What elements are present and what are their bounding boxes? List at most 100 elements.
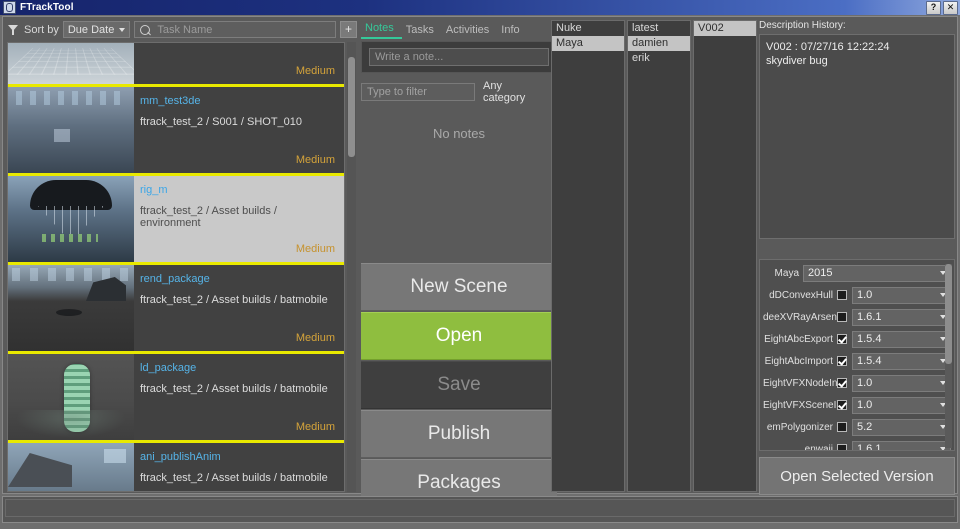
help-button[interactable]: ? (926, 1, 941, 15)
open-button[interactable]: Open (361, 312, 557, 360)
plugin-checkbox[interactable] (837, 334, 847, 344)
user-list-item[interactable]: erik (628, 51, 690, 66)
plugin-version-select[interactable]: 5.2 (852, 418, 951, 436)
task-info: rig_m ftrack_test_2 / Asset builds / envi… (134, 176, 344, 262)
plugin-version-select[interactable]: 1.0 (852, 286, 951, 304)
version-list-item[interactable]: V002 (694, 21, 756, 36)
plugin-checkbox[interactable] (837, 422, 847, 432)
task-info: ani_publishAnim ftrack_test_2 / Asset bui… (134, 443, 344, 491)
status-bar (2, 496, 958, 523)
note-filter-input[interactable] (361, 83, 475, 101)
plugin-name: EightAbcImport (764, 355, 833, 367)
task-list-item[interactable]: Medium (8, 43, 344, 87)
plugin-name: EightVFXSceneInfo (763, 399, 837, 411)
sort-by-label: Sort by (24, 23, 59, 36)
plugin-version-value: 1.0 (857, 377, 873, 389)
tab-info[interactable]: Info (497, 24, 527, 39)
task-thumbnail (8, 354, 134, 440)
user-list-item[interactable]: latest (628, 21, 690, 36)
user-list-item[interactable]: damien (628, 36, 690, 51)
plugin-row: deeXVRayArsenal 1.6.1 (763, 308, 951, 326)
publish-button[interactable]: Publish (361, 410, 557, 458)
plugin-checkbox[interactable] (837, 400, 847, 410)
plugin-checkbox[interactable] (837, 378, 847, 388)
plugin-version-value: 1.5.4 (857, 333, 882, 345)
plugin-row: EightAbcExport 1.5.4 (763, 330, 951, 348)
plugin-version-value: 1.6.1 (857, 311, 882, 323)
ftrack-tool-window: FTrackTool ? ✕ Sort by Due Date + M (0, 0, 960, 529)
plugin-version-select[interactable]: 1.6.1 (852, 308, 951, 326)
task-list-item[interactable]: ani_publishAnim ftrack_test_2 / Asset bui… (8, 443, 344, 491)
task-priority: Medium (295, 154, 335, 166)
task-list[interactable]: Medium mm_test3de ftrack_test_2 / S001 / S… (7, 42, 345, 492)
task-list-item[interactable]: rig_m ftrack_test_2 / Asset builds / envi… (8, 176, 344, 265)
plugin-name: deeXVRayArsenal (763, 311, 837, 323)
task-path: ftrack_test_2 / Asset builds / batmobile (140, 472, 328, 484)
main-frame: Sort by Due Date + Medium mm_test3deftrac… (2, 16, 958, 507)
app-version-select[interactable]: 2015 (803, 264, 951, 282)
plugin-scroll-thumb[interactable] (945, 264, 952, 364)
chevron-down-icon (119, 27, 126, 32)
plugin-version-select[interactable]: 1.0 (852, 396, 951, 414)
plugin-row: emPolygonizer 5.2 (763, 418, 951, 436)
open-selected-version-button[interactable]: Open Selected Version (759, 457, 955, 495)
category-value: Any category (483, 80, 526, 104)
details-panel: Description History: V002 : 07/27/16 12:… (759, 20, 955, 495)
user-list[interactable]: latest damien erik (627, 20, 691, 492)
task-thumbnail (8, 87, 134, 173)
new-scene-button[interactable]: New Scene (361, 263, 557, 311)
tab-activities[interactable]: Activities (442, 24, 497, 39)
plugin-version-select[interactable]: 1.0 (852, 374, 951, 392)
notes-panel: NotesTasksActivitiesInfo Any category No… (361, 20, 557, 507)
task-path: ftrack_test_2 / Asset builds / batmobile (140, 294, 328, 306)
task-path: ftrack_test_2 / Asset builds / batmobile (140, 383, 328, 395)
task-name: rend_package (140, 273, 210, 285)
plugin-checkbox[interactable] (837, 312, 847, 322)
version-list[interactable]: V002 (693, 20, 757, 492)
task-priority: Medium (295, 243, 335, 255)
search-input[interactable] (155, 22, 335, 37)
task-list-scroll-thumb[interactable] (348, 57, 355, 157)
task-list-scrollbar[interactable] (347, 42, 356, 492)
title-bar: FTrackTool ? ✕ (0, 0, 960, 15)
plugin-list[interactable]: Maya 2015 dDConvexHull 1.0 deeXVRayArsenal… (759, 259, 955, 451)
plugin-checkbox[interactable] (837, 444, 847, 450)
funnel-icon[interactable] (7, 23, 20, 36)
ftrack-icon (3, 1, 16, 14)
task-info: mm_test3de ftrack_test_2 / S001 / SHOT_01… (134, 87, 344, 173)
window-controls: ? ✕ (926, 1, 958, 15)
plugin-version-value: 5.2 (857, 421, 873, 433)
plugin-version-select[interactable]: 1.6.1 (852, 440, 951, 450)
task-thumbnail (8, 265, 134, 351)
task-list-item[interactable]: ld_package ftrack_test_2 / Asset builds /… (8, 354, 344, 443)
add-task-button[interactable]: + (340, 21, 357, 38)
task-priority: Medium (295, 65, 335, 77)
sort-by-select[interactable]: Due Date (62, 21, 131, 38)
task-info: ld_package ftrack_test_2 / Asset builds /… (134, 354, 344, 440)
plugin-name: EightVFXNodeInfo (763, 377, 837, 389)
description-history-text: V002 : 07/27/16 12:22:24 skydiver bug (759, 34, 955, 239)
search-field[interactable] (134, 21, 336, 38)
plugin-checkbox[interactable] (837, 356, 847, 366)
task-priority: Medium (295, 332, 335, 344)
task-list-item[interactable]: mm_test3de ftrack_test_2 / S001 / SHOT_01… (8, 87, 344, 176)
application-list[interactable]: Nuke Maya (551, 20, 625, 492)
plugin-scrollbar[interactable] (945, 264, 952, 448)
plugin-row: EightVFXNodeInfo 1.0 (763, 374, 951, 392)
task-toolbar: Sort by Due Date + (7, 20, 357, 39)
close-button[interactable]: ✕ (943, 1, 958, 15)
plugin-version-select[interactable]: 1.5.4 (852, 352, 951, 370)
save-button: Save (361, 361, 557, 409)
task-list-item[interactable]: rend_package ftrack_test_2 / Asset builds… (8, 265, 344, 354)
application-list-item[interactable]: Nuke (552, 21, 624, 36)
tab-notes[interactable]: Notes (361, 22, 402, 39)
tab-tasks[interactable]: Tasks (402, 24, 442, 39)
plugin-name: emPolygonizer (766, 421, 833, 433)
task-info: Medium (134, 43, 344, 84)
task-thumbnail (8, 443, 134, 491)
plugin-version-select[interactable]: 1.5.4 (852, 330, 951, 348)
plugin-checkbox[interactable] (837, 290, 847, 300)
application-list-item[interactable]: Maya (552, 36, 624, 51)
category-select[interactable]: Any category (483, 80, 557, 104)
note-input[interactable] (369, 48, 549, 66)
